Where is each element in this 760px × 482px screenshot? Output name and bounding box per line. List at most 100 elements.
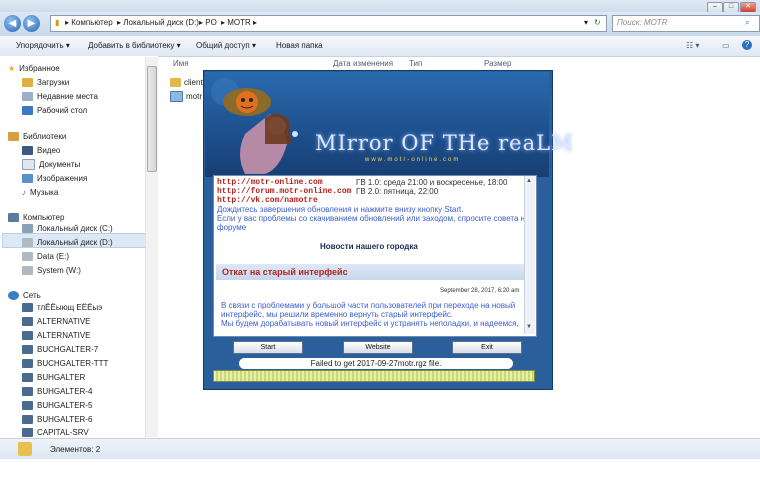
nav-pictures[interactable]: Изображения: [22, 172, 87, 185]
nav-libraries[interactable]: Библиотеки: [8, 130, 66, 143]
network-computer-icon: [22, 359, 33, 368]
help-icon[interactable]: ?: [742, 40, 752, 50]
nav-desktop[interactable]: Рабочий стол: [22, 104, 87, 117]
nav-net-item[interactable]: тлЁЁыющ ЕЁЁыэ: [22, 301, 102, 314]
nav-net-item[interactable]: CAPITAL-SRV: [22, 427, 89, 437]
start-button[interactable]: Start: [233, 341, 303, 354]
link-site[interactable]: http://motr-online.com: [217, 178, 323, 187]
network-computer-icon: [22, 331, 33, 340]
organize-button[interactable]: Упорядочить ▾: [16, 41, 70, 50]
nav-drive-d[interactable]: Локальный диск (D:): [22, 236, 113, 249]
website-button[interactable]: Website: [343, 341, 413, 354]
pictures-icon: [22, 174, 33, 183]
drive-icon: [22, 238, 33, 247]
folder-icon: [170, 78, 181, 87]
network-computer-icon: [22, 415, 33, 424]
preview-pane-icon[interactable]: ▭: [722, 41, 730, 50]
image-file-icon: [170, 91, 183, 102]
network-computer-icon: [22, 401, 33, 410]
crumb-drive-d[interactable]: ▸ Локальный диск (D:): [117, 18, 199, 27]
nav-net-item[interactable]: BUCHGALTER-TTT: [22, 357, 108, 370]
scroll-up-icon[interactable]: ▲: [526, 178, 532, 184]
music-icon: ♪: [22, 188, 26, 197]
crumb-motr[interactable]: ▸ MOTR ▸: [221, 18, 257, 27]
news-title-bar: Откат на старый интерфейс: [216, 264, 524, 280]
file-row-motr[interactable]: motr: [170, 91, 202, 102]
view-options-icon[interactable]: ☷ ▾: [686, 41, 699, 50]
nav-videos[interactable]: Видео: [22, 144, 60, 157]
nav-drive-w[interactable]: System (W:): [22, 264, 81, 277]
gv2-schedule: ГВ 2.0: пятница, 22:00: [356, 187, 439, 196]
nav-net-item[interactable]: BUCHGALTER-7: [22, 343, 98, 356]
new-folder-button[interactable]: Новая папка: [276, 41, 323, 50]
share-button[interactable]: Общий доступ ▾: [196, 41, 256, 50]
column-type[interactable]: Тип: [409, 59, 422, 68]
nav-net-item[interactable]: ALTERNATIVE: [22, 329, 91, 342]
crumb-computer[interactable]: ▸ Компьютер: [65, 18, 113, 27]
column-name[interactable]: Имя: [173, 59, 189, 68]
computer-icon: [8, 213, 19, 222]
exit-button[interactable]: Exit: [452, 341, 522, 354]
file-row-client[interactable]: client: [170, 78, 203, 87]
desktop-icon: [22, 106, 33, 115]
crumb-po[interactable]: ▸ PO: [199, 18, 217, 27]
link-forum[interactable]: http://forum.motr-online.com: [217, 187, 351, 196]
toolbar: Упорядочить ▾ Добавить в библиотеку ▾ Об…: [0, 36, 760, 57]
network-computer-icon: [22, 303, 33, 312]
nav-net-item[interactable]: BUHGALTER: [22, 371, 85, 384]
status-bar: Элементов: 2: [0, 438, 760, 459]
news-date: September 28, 2017, 6:20 am: [440, 288, 520, 294]
refresh-icon[interactable]: ↻: [594, 18, 601, 27]
nav-net-item[interactable]: BUHGALTER-6: [22, 413, 92, 426]
address-dropdown-icon[interactable]: ▾: [584, 18, 588, 27]
back-button[interactable]: ◀: [4, 15, 21, 32]
news-title[interactable]: Откат на старый интерфейс: [222, 267, 348, 277]
news-scrollbar[interactable]: ▲ ▼: [524, 176, 535, 334]
nav-scrollbar-thumb[interactable]: [147, 66, 157, 172]
gv1-schedule: ГВ 1.0: среда 21:00 и воскресенье, 18:00: [356, 178, 508, 187]
news-text: В связи с проблемами у большой части пол…: [221, 301, 516, 310]
column-date-modified[interactable]: Дата изменения: [333, 59, 393, 68]
network-computer-icon: [22, 317, 33, 326]
nav-net-item[interactable]: BUHGALTER-4: [22, 385, 92, 398]
nav-favorites[interactable]: ★ Избранное: [8, 62, 60, 75]
network-computer-icon: [22, 373, 33, 382]
drive-icon: [22, 252, 33, 261]
news-text: Мы будем дорабатывать новый интерфейс и …: [221, 319, 519, 328]
search-input[interactable]: Поиск: MOTR ⌕: [612, 15, 760, 32]
nav-recent-places[interactable]: Недавние места: [22, 90, 98, 103]
network-computer-icon: [22, 427, 33, 437]
recent-places-icon: [22, 92, 33, 101]
info-line: Если у вас проблемы со скачиванием обнов…: [217, 214, 530, 223]
column-size[interactable]: Размер: [484, 59, 512, 68]
launcher-logo-url: www.motr-online.com: [365, 157, 461, 163]
link-vk[interactable]: http://vk.com/namotre: [217, 196, 318, 205]
news-text: интерфейс, мы решили временно вернуть ст…: [221, 310, 454, 319]
folder-icon: ▮: [55, 18, 60, 27]
nav-music[interactable]: ♪ Музыка: [22, 186, 58, 199]
nav-drive-c[interactable]: Локальный диск (C:): [22, 222, 113, 235]
nav-net-item[interactable]: BUHGALTER-5: [22, 399, 92, 412]
star-icon: ★: [8, 64, 16, 73]
info-line: форуме: [217, 223, 247, 232]
libraries-icon: [8, 132, 19, 141]
news-header: Новости нашего городка: [320, 242, 418, 251]
video-icon: [22, 146, 33, 155]
nav-documents[interactable]: Документы: [22, 158, 80, 171]
nav-net-item[interactable]: ALTERNATIVE: [22, 315, 91, 328]
drive-icon: [22, 224, 33, 233]
address-bar[interactable]: ▮ ▸ Компьютер ▸ Локальный диск (D:) ▸ PO…: [50, 15, 607, 32]
documents-icon: [22, 159, 35, 170]
launcher-status-text: Failed to get 2017-09-27motr.rgz file.: [239, 358, 513, 369]
forward-button[interactable]: ▶: [23, 15, 40, 32]
nav-drive-e[interactable]: Data (E:): [22, 250, 69, 263]
add-to-library-button[interactable]: Добавить в библиотеку ▾: [88, 41, 181, 50]
nav-downloads[interactable]: Загрузки: [22, 76, 69, 89]
downloads-icon: [22, 78, 33, 87]
folder-icon: [18, 442, 32, 456]
window-titlebar: [0, 0, 760, 12]
scroll-down-icon[interactable]: ▼: [526, 324, 532, 330]
drive-icon: [22, 266, 33, 275]
info-line: Дождитесь завершения обновления и нажмит…: [217, 205, 464, 214]
search-icon[interactable]: ⌕: [745, 18, 749, 28]
